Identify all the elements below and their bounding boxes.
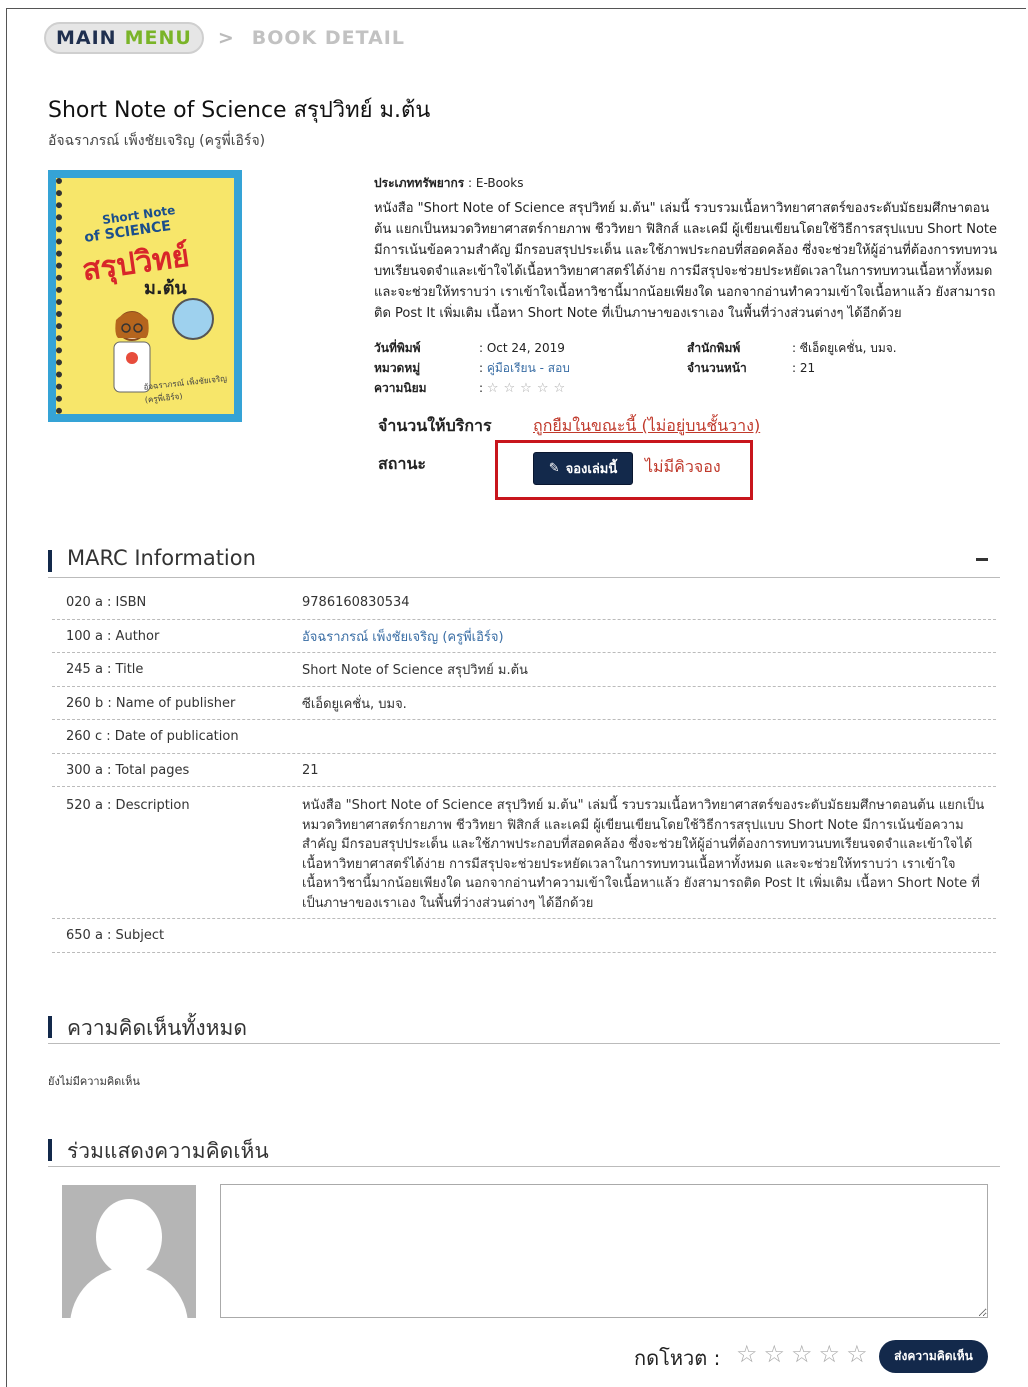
- table-row: 260 c : Date of publication: [52, 720, 996, 754]
- main-menu-word2: MENU: [124, 27, 192, 49]
- table-row: 100 a : Author อัจฉราภรณ์ เพ็งชัยเจริญ (ค…: [52, 620, 996, 653]
- popularity-stars: ☆☆☆☆☆: [486, 380, 571, 396]
- category-label: หมวดหมู่: [374, 360, 421, 375]
- marc-section-title: MARC Information: [67, 546, 256, 570]
- pub-date-label: วันที่พิมพ์: [374, 340, 421, 355]
- category-prefix: :: [479, 360, 487, 375]
- collapse-icon[interactable]: [976, 558, 988, 561]
- marc-value: Short Note of Science สรุปวิทย์ ม.ต้น: [302, 663, 528, 678]
- compose-section-header: ร่วมแสดงความคิดเห็น: [48, 1133, 1000, 1167]
- availability-value: ถูกยืมในขณะนี้ (ไม่อยู่บนชั้นวาง): [533, 416, 761, 435]
- vote-label: กดโหวต :: [634, 1346, 721, 1370]
- pages-value: : 21: [792, 361, 816, 375]
- book-description: หนังสือ "Short Note of Science สรุปวิทย์…: [374, 201, 998, 321]
- comment-textarea[interactable]: [220, 1184, 988, 1318]
- availability-label: จำนวนให้บริการ: [378, 416, 492, 435]
- book-details: วันที่พิมพ์ : Oct 24, 2019 สำนักพิมพ์ : …: [374, 338, 897, 398]
- table-row: 245 a : Title Short Note of Science สรุปว…: [52, 653, 996, 687]
- book-cover-image: Short Note of SCIENCE สรุปวิทย์ ม.ต้น อั…: [48, 170, 242, 422]
- table-row: 650 a : Subject: [52, 919, 996, 953]
- globe-illustration: [172, 298, 214, 340]
- marc-key: 520 a : Description: [66, 798, 190, 813]
- breadcrumb: MAIN MENU > BOOK DETAIL: [44, 22, 405, 54]
- section-accent-bar: [48, 1016, 52, 1038]
- status-label: สถานะ: [378, 454, 426, 473]
- table-row: 020 a : ISBN 9786160830534: [52, 586, 996, 620]
- table-row: 300 a : Total pages 21: [52, 754, 996, 787]
- section-accent-bar: [48, 550, 52, 572]
- vote-stars[interactable]: ☆☆☆☆☆: [736, 1340, 874, 1368]
- reserve-button[interactable]: ✎ จองเล่มนี้: [533, 452, 633, 485]
- compose-section-title: ร่วมแสดงความคิดเห็น: [67, 1139, 269, 1163]
- popularity-prefix: :: [479, 380, 484, 395]
- breadcrumb-current: BOOK DETAIL: [251, 27, 405, 49]
- publisher-label: สำนักพิมพ์: [687, 340, 741, 355]
- marc-key: 245 a : Title: [66, 662, 144, 677]
- marc-value: 21: [302, 762, 319, 778]
- queue-status: ไม่มีคิวจอง: [645, 457, 721, 476]
- avatar: [62, 1185, 196, 1318]
- main-menu-word1: MAIN: [56, 27, 117, 49]
- publisher-value: : ซีเอ็ดยูเคชั่น, บมจ.: [792, 340, 897, 355]
- pages-label: จำนวนหน้า: [687, 360, 747, 375]
- cover-title-line4: ม.ต้น: [144, 278, 187, 299]
- marc-table: 020 a : ISBN 9786160830534 100 a : Author…: [52, 586, 996, 953]
- pencil-icon: ✎: [548, 461, 560, 476]
- resource-type: ประเภททรัพยากร : E-Books: [374, 174, 523, 193]
- marc-value: ซีเอ็ดยูเคชั่น, บมจ.: [302, 696, 407, 712]
- resource-type-value: : E-Books: [468, 176, 524, 190]
- table-row: 520 a : Description หนังสือ "Short Note o…: [52, 787, 996, 919]
- breadcrumb-separator: >: [217, 27, 234, 49]
- popularity-label: ความนิยม: [374, 380, 427, 395]
- submit-comment-button[interactable]: ส่งความคิดเห็น: [879, 1340, 988, 1373]
- comments-section-title: ความคิดเห็นทั้งหมด: [67, 1016, 247, 1040]
- marc-section-header: MARC Information: [48, 544, 1000, 578]
- marc-key: 020 a : ISBN: [66, 595, 147, 610]
- comments-section-header: ความคิดเห็นทั้งหมด: [48, 1010, 1000, 1044]
- resource-type-label: ประเภททรัพยากร: [374, 176, 465, 190]
- no-comments-text: ยังไม่มีความคิดเห็น: [48, 1075, 140, 1088]
- book-title: Short Note of Science สรุปวิทย์ ม.ต้น: [48, 98, 431, 123]
- category-link[interactable]: คู่มือเรียน - สอบ: [487, 361, 570, 375]
- marc-key: 650 a : Subject: [66, 928, 165, 943]
- marc-value: 9786160830534: [302, 595, 410, 610]
- pub-date-value: : Oct 24, 2019: [479, 341, 565, 355]
- reserve-button-label: จองเล่มนี้: [565, 462, 618, 477]
- marc-author-link[interactable]: อัจฉราภรณ์ เพ็งชัยเจริญ (ครูพี่เอิร์จ): [302, 630, 504, 645]
- marc-key: 260 b : Name of publisher: [66, 695, 236, 711]
- section-accent-bar: [48, 1139, 52, 1161]
- marc-key: 300 a : Total pages: [66, 762, 190, 778]
- table-row: 260 b : Name of publisher ซีเอ็ดยูเคชั่น,…: [52, 687, 996, 720]
- marc-value: หนังสือ "Short Note of Science สรุปวิทย์…: [302, 798, 985, 911]
- main-menu-link[interactable]: MAIN MENU: [44, 22, 204, 54]
- book-author: อัจฉราภรณ์ เพ็งชัยเจริญ (ครูพี่เอิร์จ): [48, 133, 266, 149]
- marc-key: 100 a : Author: [66, 628, 160, 644]
- marc-key: 260 c : Date of publication: [66, 729, 239, 744]
